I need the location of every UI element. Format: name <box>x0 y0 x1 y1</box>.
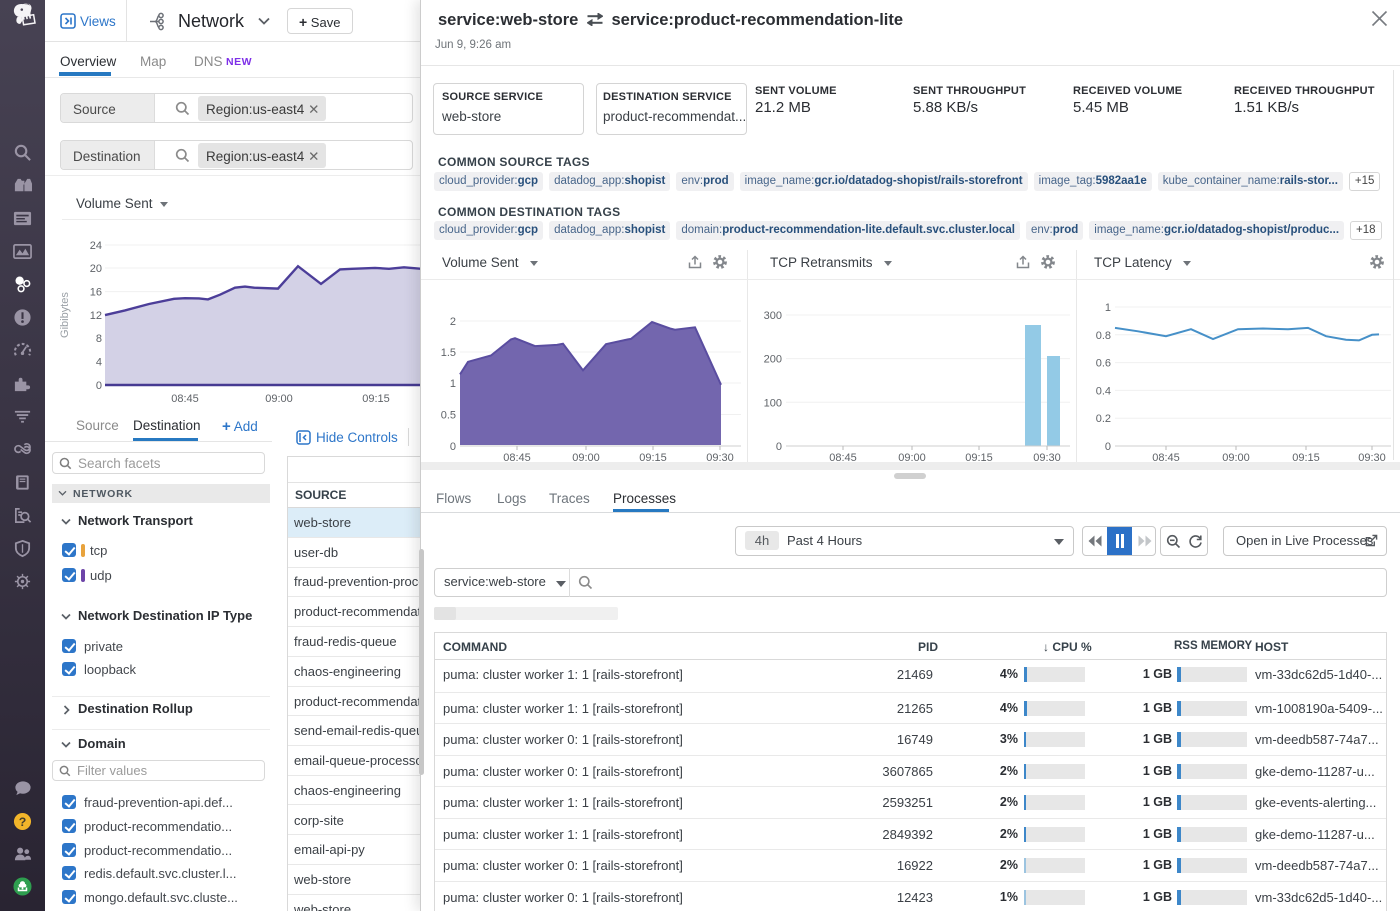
svg-text:0.8: 0.8 <box>1096 330 1111 342</box>
svg-text:1: 1 <box>1105 302 1111 314</box>
svg-text:0: 0 <box>96 380 102 392</box>
svg-text:8: 8 <box>96 333 102 345</box>
svg-text:4: 4 <box>96 357 102 369</box>
svg-text:09:30: 09:30 <box>1033 452 1061 462</box>
svg-text:09:00: 09:00 <box>898 452 926 462</box>
svg-text:1.5: 1.5 <box>441 347 456 359</box>
svg-text:08:45: 08:45 <box>503 452 531 462</box>
svg-text:0: 0 <box>776 441 782 453</box>
svg-text:08:45: 08:45 <box>829 452 857 462</box>
svg-text:09:30: 09:30 <box>1358 452 1386 462</box>
svg-text:200: 200 <box>764 354 782 366</box>
svg-text:300: 300 <box>764 310 782 322</box>
svg-text:0.6: 0.6 <box>1096 358 1111 370</box>
svg-text:12: 12 <box>90 310 102 322</box>
svg-text:09:15: 09:15 <box>362 393 390 405</box>
svg-text:09:15: 09:15 <box>965 452 993 462</box>
svg-text:09:15: 09:15 <box>1292 452 1320 462</box>
svg-text:100: 100 <box>764 397 782 409</box>
svg-text:0.2: 0.2 <box>1096 413 1111 425</box>
svg-text:24: 24 <box>90 240 102 252</box>
svg-text:20: 20 <box>90 263 102 275</box>
svg-text:16: 16 <box>90 287 102 299</box>
svg-text:0.4: 0.4 <box>1096 385 1111 397</box>
svg-text:?: ? <box>19 815 27 829</box>
svg-text:1: 1 <box>450 378 456 390</box>
svg-text:09:30: 09:30 <box>706 452 734 462</box>
svg-text:09:15: 09:15 <box>639 452 667 462</box>
svg-text:08:45: 08:45 <box>1152 452 1180 462</box>
svg-text:0.5: 0.5 <box>441 410 456 422</box>
svg-text:09:00: 09:00 <box>572 452 600 462</box>
svg-text:2: 2 <box>450 316 456 328</box>
svg-text:0: 0 <box>450 441 456 453</box>
svg-text:09:00: 09:00 <box>265 393 293 405</box>
svg-text:08:45: 08:45 <box>171 393 199 405</box>
svg-text:Gibibytes: Gibibytes <box>59 292 71 338</box>
svg-text:09:00: 09:00 <box>1222 452 1250 462</box>
svg-text:0: 0 <box>1105 441 1111 453</box>
